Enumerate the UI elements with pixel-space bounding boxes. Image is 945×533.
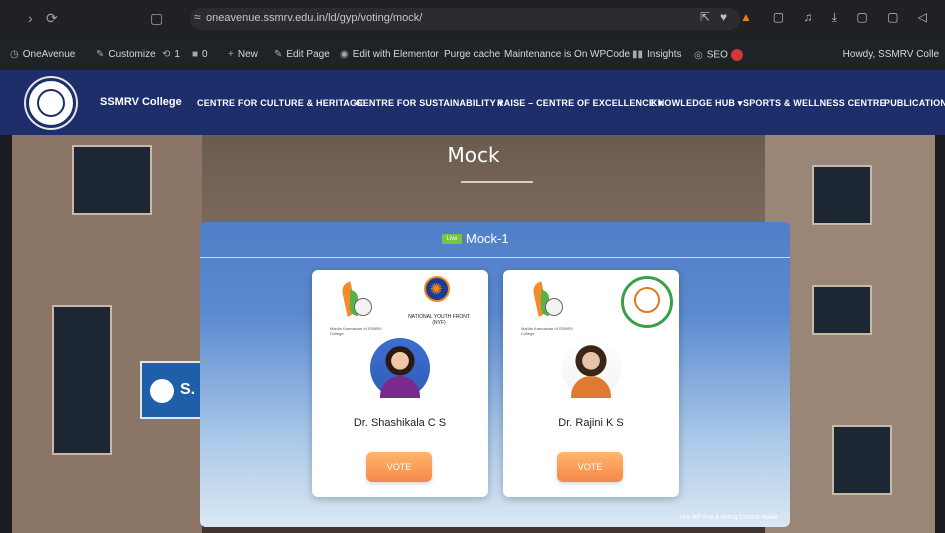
shield-icon[interactable]: ♥ [720, 10, 727, 24]
admin-customize-label: Customize [108, 49, 156, 60]
candidate-card: Mahila Karmakam of SSMRV College Dr. Raj… [503, 270, 679, 497]
window [812, 285, 872, 335]
plus-icon: + [228, 49, 234, 60]
nyf-logo-caption: NATIONAL YOUTH FRONT (NYF) [408, 314, 470, 326]
avatar-shirt [380, 376, 420, 398]
admin-elementor[interactable]: ◉ Edit with Elementor [340, 49, 439, 60]
nyf-logo: ✺ [424, 276, 450, 302]
logo-caption: Mahila Karmakam of SSMRV College [521, 326, 573, 336]
logo-caption: Mahila Karmakam of SSMRV College [330, 326, 382, 336]
candidate-avatar [561, 338, 621, 398]
admin-wpcode[interactable]: WPCode [590, 49, 630, 60]
poll-panel: Live Mock-1 Mahila Karmakam of SSMRV Col… [200, 222, 790, 527]
bar-chart-icon: ▮▮ [632, 49, 644, 60]
candidate-avatar [370, 338, 430, 398]
admin-comments-count: 0 [202, 49, 208, 60]
nav-raise[interactable]: RAISE – CENTRE OF EXCELLENCE ▾ [497, 98, 663, 109]
admin-seo-label: SEO [706, 49, 728, 61]
admin-updates-count: 1 [174, 49, 180, 60]
window [52, 305, 112, 455]
avatar-shirt [571, 376, 611, 398]
college-emblem-icon [37, 89, 65, 117]
admin-edit-page[interactable]: ✎ Edit Page [274, 49, 330, 60]
candidate-name: Dr. Rajini K S [558, 417, 624, 429]
admin-site-label: OneAvenue [22, 49, 76, 60]
sign-text: S. [180, 381, 196, 398]
admin-insights-label: Insights [647, 49, 682, 60]
updates-icon: ⟲ [162, 49, 171, 60]
admin-seo[interactable]: ◎ SEO [694, 49, 743, 61]
site-brand[interactable]: SSMRV College [100, 96, 182, 108]
elementor-icon: ◉ [340, 49, 349, 60]
poll-header: Live Mock-1 [200, 222, 790, 258]
site-navbar: SSMRV College CENTRE FOR CULTURE & HERIT… [0, 70, 945, 135]
admin-maintenance-label: Maintenance is On [504, 49, 588, 60]
nav-knowledge-hub[interactable]: KNOWLEDGE HUB ▾ [651, 98, 743, 109]
star-emblem-icon: ✺ [430, 281, 443, 298]
tab-icon[interactable]: ▢ [150, 10, 163, 27]
poll-title: Mock-1 [466, 231, 509, 246]
admin-site[interactable]: ◷ OneAvenue [10, 49, 75, 60]
admin-purge[interactable]: Purge cache [444, 49, 500, 60]
vote-button[interactable]: VOTE [366, 452, 432, 482]
admin-maintenance[interactable]: Maintenance is On [504, 49, 587, 60]
window [832, 425, 892, 495]
brave-rewards-icon[interactable]: ▲ [740, 10, 752, 24]
url-text[interactable]: oneavenue.ssmrv.edu.in/ld/gyp/voting/moc… [206, 12, 422, 24]
vote-button[interactable]: VOTE [557, 452, 623, 482]
plugin-credit[interactable]: Use WP Poll & Voting Contest Maker [680, 515, 778, 521]
nav-culture-heritage[interactable]: CENTRE FOR CULTURE & HERITAGE [197, 98, 363, 108]
party-logo [621, 276, 673, 328]
share-icon[interactable]: ⇱ [700, 10, 710, 24]
admin-comments[interactable]: ■ 0 [192, 49, 208, 60]
admin-elementor-label: Edit with Elementor [352, 49, 439, 60]
brush-icon: ✎ [96, 49, 105, 60]
mahila-karmakam-logo: Mahila Karmakam of SSMRV College [330, 278, 382, 336]
admin-howdy[interactable]: Howdy, SSMRV Colle [843, 49, 939, 60]
seal-icon [354, 298, 372, 316]
page-title: Mock [447, 143, 500, 167]
poll-divider [200, 257, 790, 258]
figure-emblem-icon [634, 287, 660, 313]
admin-updates[interactable]: ⟲ 1 [162, 49, 180, 60]
nav-publications[interactable]: PUBLICATIONS [884, 98, 945, 108]
seo-alert-badge [730, 49, 743, 61]
live-badge: Live [442, 234, 462, 244]
pencil-icon: ✎ [274, 49, 283, 60]
admin-purge-label: Purge cache [444, 49, 501, 60]
wp-admin-bar: ◷ OneAvenue ✎ Customize ⟲ 1 ■ 0 + New ✎ Edit P… [0, 40, 945, 70]
admin-new-label: New [237, 49, 258, 60]
mahila-karmakam-logo: Mahila Karmakam of SSMRV College [521, 278, 573, 336]
seo-icon: ◎ [694, 49, 703, 61]
browser-toolbar: › ⟳ ▢ ≈ oneavenue.ssmrv.edu.in/ld/gyp/vo… [0, 0, 945, 40]
dashboard-icon: ◷ [10, 49, 19, 60]
seal-icon [545, 298, 563, 316]
admin-insights[interactable]: ▮▮ Insights [632, 49, 681, 60]
admin-edit-page-label: Edit Page [286, 49, 330, 60]
comment-icon: ■ [192, 49, 199, 60]
nav-sustainability[interactable]: CENTRE FOR SUSTAINABILITY ▾ [356, 98, 503, 109]
admin-wpcode-label: WPCode [590, 49, 631, 60]
reload-icon[interactable]: ⟳ [46, 10, 58, 27]
window [812, 165, 872, 225]
candidate-name: Dr. Shashikala C S [353, 417, 447, 429]
site-info-icon[interactable]: ≈ [194, 10, 201, 24]
nav-sports-wellness[interactable]: SPORTS & WELLNESS CENTRE [743, 98, 886, 108]
candidate-card: Mahila Karmakam of SSMRV College ✺ NATIO… [312, 270, 488, 497]
sign-emblem-icon [150, 379, 174, 403]
back-arrow-icon[interactable]: › [28, 10, 33, 26]
college-logo[interactable] [26, 78, 76, 128]
extension-icons[interactable]: ▢ ♫ ⤓ ▢ ▢ ◁ [773, 10, 935, 25]
admin-customize[interactable]: ✎ Customize [96, 49, 156, 60]
title-underline [461, 181, 533, 183]
admin-new[interactable]: + New [228, 49, 258, 60]
